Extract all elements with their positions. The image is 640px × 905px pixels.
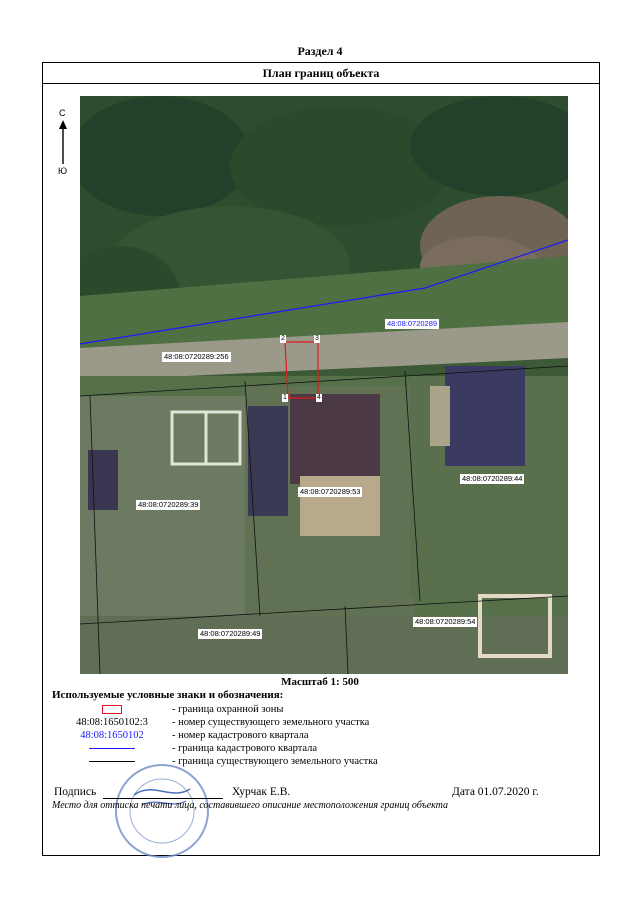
legend-row-parcel-number: 48:08:1650102:3 - номер существующего зе… (52, 716, 452, 729)
plan-title: План границ объекта (42, 62, 600, 84)
compass-south-label: Ю (58, 166, 68, 176)
stamp-note: Место для оттиска печати лица, составивш… (52, 800, 449, 811)
legend-desc: - граница кадастрового квартала (172, 743, 318, 754)
parcel-label-256: 48:08:0720289:256 (162, 352, 231, 362)
compass: С Ю (55, 108, 75, 182)
legend-desc: - граница охранной зоны (172, 704, 284, 715)
parcel-label-54: 48:08:0720289:54 (413, 617, 478, 627)
legend-title: Используемые условные знаки и обозначени… (52, 689, 284, 701)
satellite-map: 48:08:0720289 48:08:0720289:256 48:08:07… (80, 96, 568, 674)
map-image (80, 96, 568, 674)
legend-row-quarter-number: 48:08:1650102 - номер кадастрового кварт… (52, 729, 452, 742)
signature-label: Подпись (54, 786, 97, 798)
legend-desc: - номер существующего земельного участка (172, 717, 370, 728)
legend-row-quarter-boundary: - граница кадастрового квартала (52, 742, 452, 755)
quarter-boundary-symbol (52, 742, 172, 755)
compass-arrow-icon (59, 120, 67, 164)
section-title: Раздел 4 (297, 44, 343, 58)
parcel-label-39: 48:08:0720289:39 (136, 500, 201, 510)
signature-line (103, 798, 223, 799)
parcel-label-49: 48:08:0720289:49 (198, 629, 263, 639)
point-1: 1 (282, 394, 288, 402)
scale-label: Масштаб 1: 500 (281, 676, 359, 688)
signer-name: Хурчак Е.В. (232, 786, 291, 798)
legend-row-protection-zone: - граница охранной зоны (52, 703, 452, 716)
seal-stamp-icon (115, 764, 209, 858)
point-4: 4 (316, 394, 322, 402)
parcel-label-44: 48:08:0720289:44 (460, 474, 525, 484)
date-label: Дата 01.07.2020 г. (452, 786, 539, 798)
point-3: 3 (314, 335, 320, 343)
point-2: 2 (280, 335, 286, 343)
legend-desc: - номер кадастрового квартала (172, 730, 309, 741)
parcel-label-53: 48:08:0720289:53 (298, 487, 363, 497)
parcel-number-symbol: 48:08:1650102:3 (76, 717, 148, 728)
compass-north-label: С (59, 108, 66, 118)
quarter-label: 48:08:0720289 (385, 319, 440, 329)
quarter-number-symbol: 48:08:1650102 (80, 730, 144, 741)
